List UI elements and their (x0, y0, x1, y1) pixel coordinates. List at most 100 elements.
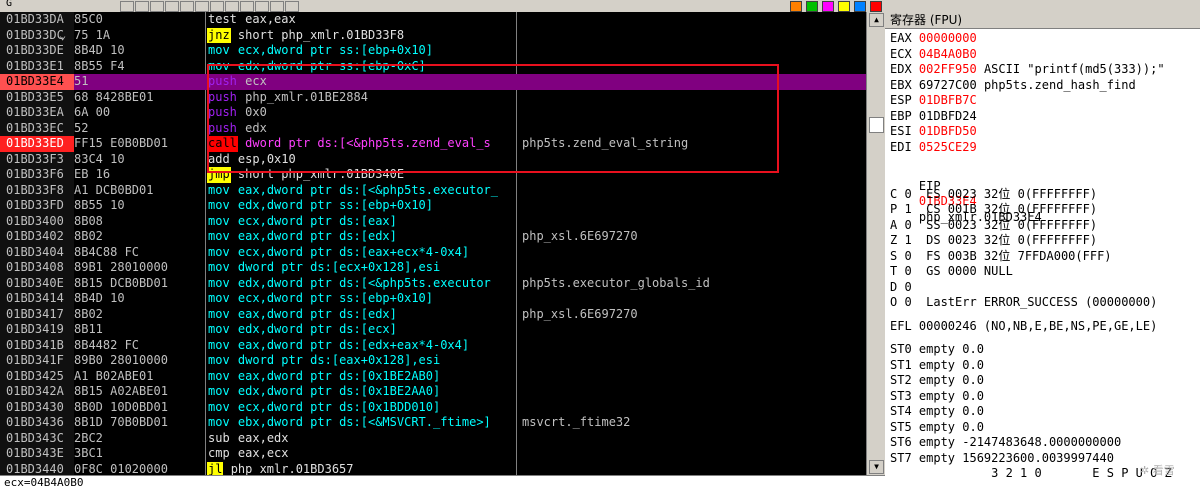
register-eax[interactable]: EAX 00000000 (885, 31, 1200, 47)
scroll-down-icon[interactable]: ▼ (869, 460, 884, 474)
toolbar-plugin-icon[interactable] (838, 1, 850, 12)
register-ebx[interactable]: EBX 69727C00 php5ts.zend_hash_find (885, 78, 1200, 94)
toolbar-button-m[interactable] (150, 1, 164, 12)
hex-dump-cell: 8B0D 10D0BD01 (74, 399, 168, 414)
disasm-row[interactable]: 01BD33EC 52 push edx (0, 120, 866, 136)
disassembly-pane[interactable]: 01BD33DA 85C0 test eax,eax 01BD33DC ⌄ 75 1A jn… (0, 12, 866, 475)
scroll-up-icon[interactable]: ▲ (869, 13, 884, 27)
disasm-row[interactable]: 01BD33E5 68 8428BE01 push php_xmlr.01BE288… (0, 89, 866, 106)
disasm-row[interactable]: 01BD33DA 85C0 test eax,eax (0, 12, 866, 28)
register-edi[interactable]: EDI 0525CE29 (885, 140, 1200, 156)
disasm-row[interactable]: 01BD33ED FF15 E0B0BD01 call dword ptr ds:[… (0, 136, 866, 152)
hex-dump-cell: 85C0 (74, 12, 103, 26)
fpu-register-line[interactable]: ST0 empty 0.0 (885, 342, 1200, 358)
disasm-row[interactable]: 01BD3402 8B02 mov eax,dword ptr ds:[edx] ph… (0, 229, 866, 245)
mnemonic: mov (208, 229, 230, 243)
disasm-row[interactable]: 01BD3425 A1 B02ABE01 mov eax,dword ptr ds:… (0, 368, 866, 384)
register-esp[interactable]: ESP 01DBFB7C (885, 93, 1200, 109)
efl-register[interactable]: EFL 00000246 (NO,NB,E,BE,NS,PE,GE,LE) (885, 319, 1200, 335)
disasm-row[interactable]: 01BD3408 89B1 28010000 mov dword ptr ds:[e… (0, 260, 866, 276)
fpu-register-line[interactable]: ST5 empty 0.0 (885, 420, 1200, 436)
disasm-row[interactable]: 01BD33EA 6A 00 push 0x0 (0, 105, 866, 121)
mnemonic: mov (208, 213, 230, 228)
toolbar-button-w[interactable] (180, 1, 194, 12)
disasm-row[interactable]: 01BD33F6 EB 16 jmp short php_xmlr.01BD340E (0, 167, 866, 183)
toolbar-button-r[interactable] (270, 1, 284, 12)
fpu-register-line[interactable]: ST3 empty 0.0 (885, 389, 1200, 405)
comment-cell (520, 431, 866, 447)
instruction-cell: push 0x0 (207, 105, 516, 121)
operands: ecx,dword ptr ds:[eax] (237, 213, 397, 228)
flag-segment-line[interactable]: O 0 LastErr ERROR_SUCCESS (00000000) (885, 295, 1200, 311)
flag-segment-line[interactable]: T 0 GS 0000 NULL (885, 264, 1200, 280)
registers-pane[interactable]: 寄存器 (FPU) EAX 00000000 ECX 04B4A0B0 EDX … (885, 12, 1200, 490)
register-ebp[interactable]: EBP 01DBFD24 (885, 109, 1200, 125)
toolbar-button-s[interactable] (285, 1, 299, 12)
disasm-row[interactable]: 01BD3404 8B4C88 FC mov ecx,dword ptr ds:[e… (0, 244, 866, 260)
hex-dump-cell: EB 16 (74, 167, 111, 181)
toolbar-plugin-icon[interactable] (854, 1, 866, 12)
toolbar-button-l[interactable] (120, 1, 134, 12)
disassembly-scrollbar[interactable]: ▲ ▼ (866, 12, 885, 475)
mnemonic: mov (208, 353, 230, 367)
disasm-row[interactable]: 01BD3430 8B0D 10D0BD01 mov ecx,dword ptr d… (0, 399, 866, 415)
register-edx[interactable]: EDX 002FF950 ASCII "printf(md5(333));" (885, 62, 1200, 78)
fpu-register-line[interactable]: ST6 empty -2147483648.0000000000 (885, 435, 1200, 451)
toolbar-button-b[interactable] (255, 1, 269, 12)
disasm-row[interactable]: 01BD343E 3BC1 cmp eax,ecx (0, 446, 866, 462)
toolbar-plugin-icon[interactable] (870, 1, 882, 12)
toolbar-button-t[interactable] (165, 1, 179, 12)
general-registers: EAX 00000000 ECX 04B4A0B0 EDX 002FF950 A… (885, 29, 1200, 155)
disasm-row[interactable]: 01BD33DC ⌄ 75 1A jnz short php_xmlr.01BD33F… (0, 27, 866, 43)
address-cell: 01BD33DA (0, 12, 74, 28)
operands: dword ptr ds:[ecx+0x128],esi (237, 260, 441, 274)
disasm-row[interactable]: 01BD3436 8B1D 70B0BD01 mov ebx,dword ptr d… (0, 415, 866, 431)
disasm-row[interactable]: 01BD3400 8B08 mov ecx,dword ptr ds:[eax] (0, 213, 866, 229)
address-cell: 01BD33F3 (0, 151, 74, 167)
disasm-row[interactable]: 01BD3414 8B4D 10 mov ecx,dword ptr ss:[ebp… (0, 291, 866, 307)
comment-cell (520, 90, 866, 106)
disasm-row[interactable]: 01BD33F8 A1 DCB0BD01 mov eax,dword ptr ds:… (0, 182, 866, 198)
toolbar-plugin-icon[interactable] (822, 1, 834, 12)
toolbar-button-e[interactable] (135, 1, 149, 12)
disasm-row[interactable]: 01BD341B 8B4482 FC mov eax,dword ptr ds:[e… (0, 337, 866, 353)
disasm-row[interactable]: 01BD3440 0F8C 01020000 jl php_xmlr.01BD365… (0, 461, 866, 475)
fpu-register-line[interactable]: ST4 empty 0.0 (885, 404, 1200, 420)
disasm-row[interactable]: 01BD342A 8B15 A02ABE01 mov edx,dword ptr d… (0, 384, 866, 400)
hex-dump-cell: 8B1D 70B0BD01 (74, 415, 168, 429)
scroll-thumb[interactable] (869, 117, 884, 133)
fpu-register-line[interactable]: ST2 empty 0.0 (885, 373, 1200, 389)
flag-segment-line[interactable]: C 0 ES 0023 32位 0(FFFFFFFF) (885, 187, 1200, 203)
instruction-cell: push php_xmlr.01BE2884 (207, 90, 516, 106)
toolbar-plugin-icon[interactable] (790, 1, 802, 12)
toolbar-button-c[interactable] (210, 1, 224, 12)
flag-segment-line[interactable]: D 0 (885, 280, 1200, 296)
toolbar-button-p[interactable] (225, 1, 239, 12)
fpu-register-line[interactable]: ST1 empty 0.0 (885, 358, 1200, 374)
eip-register[interactable]: EIP 01BD33E4 php_xmlr.01BD33E4 (885, 163, 1200, 224)
flag-segment-line[interactable]: A 0 SS 0023 32位 0(FFFFFFFF) (885, 218, 1200, 234)
disasm-row[interactable]: 01BD33E1 8B55 F4 mov edx,dword ptr ss:[ebp… (0, 58, 866, 74)
disasm-row[interactable]: 01BD3419 8B11 mov edx,dword ptr ds:[ecx] (0, 322, 866, 338)
disasm-row[interactable]: 01BD3417 8B02 mov eax,dword ptr ds:[edx] ph… (0, 306, 866, 322)
toolbar-plugin-icon[interactable] (806, 1, 818, 12)
address-cell: 01BD3436 (0, 415, 74, 431)
disasm-row[interactable]: 01BD341F 89B0 28010000 mov dword ptr ds:[e… (0, 353, 866, 369)
disasm-row[interactable]: 01BD33E4 51 push ecx (0, 74, 866, 90)
disasm-row[interactable]: 01BD33FD 8B55 10 mov edx,dword ptr ss:[ebp… (0, 198, 866, 214)
flag-segment-line[interactable]: P 1 CS 001B 32位 0(FFFFFFFF) (885, 202, 1200, 218)
toolbar-button-k[interactable] (240, 1, 254, 12)
disasm-row[interactable]: 01BD340E 8B15 DCB0BD01 mov edx,dword ptr d… (0, 275, 866, 291)
address-cell: 01BD33DE (0, 43, 74, 59)
operands: php_xmlr.01BE2884 (245, 89, 368, 104)
comment-cell: php5ts.zend_eval_string (522, 136, 689, 150)
disasm-row[interactable]: 01BD33F3 83C4 10 add esp,0x10 (0, 151, 866, 167)
flag-segment-line[interactable]: S 0 FS 003B 32位 7FFDA000(FFF) (885, 249, 1200, 265)
register-ecx[interactable]: ECX 04B4A0B0 (885, 47, 1200, 63)
register-esi[interactable]: ESI 01DBFD50 (885, 124, 1200, 140)
disasm-row[interactable]: 01BD33DE 8B4D 10 mov ecx,dword ptr ss:[ebp… (0, 43, 866, 59)
hex-dump-cell: 75 1A (74, 27, 111, 42)
disasm-row[interactable]: 01BD343C 2BC2 sub eax,edx (0, 430, 866, 447)
flag-segment-line[interactable]: Z 1 DS 0023 32位 0(FFFFFFFF) (885, 233, 1200, 249)
toolbar-button-h[interactable] (195, 1, 209, 12)
